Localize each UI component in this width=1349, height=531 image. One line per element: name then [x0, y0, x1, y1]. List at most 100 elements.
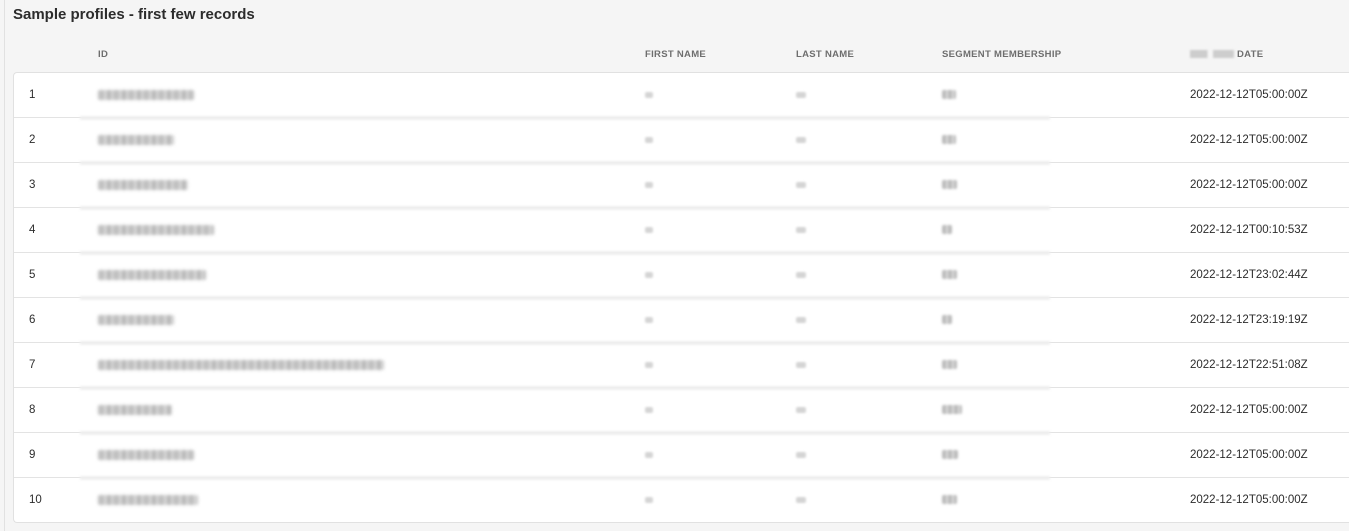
cell-last-name: [796, 388, 806, 433]
redacted-id: [98, 179, 188, 190]
cell-last-name: [796, 253, 806, 298]
cell-first-name: [645, 208, 653, 253]
redacted-segment: [942, 450, 958, 460]
redacted-header-prefix: [1190, 50, 1234, 58]
redacted-segment: [942, 135, 956, 145]
redacted-id: [98, 449, 194, 460]
redacted-first-name: [645, 406, 653, 413]
cell-segment-membership: [942, 163, 957, 208]
column-header-id[interactable]: ID: [98, 49, 108, 60]
table-row[interactable]: 4 2022-12-12T00:10:53Z: [14, 208, 1349, 255]
cell-first-name: [645, 163, 653, 208]
cell-first-name: [645, 73, 653, 118]
redacted-segment: [942, 360, 957, 370]
cell-date: 2022-12-12T05:00:00Z: [1190, 134, 1308, 146]
cell-segment-membership: [942, 73, 956, 118]
row-number: 8: [29, 404, 36, 416]
cell-first-name: [645, 478, 653, 523]
cell-last-name: [796, 73, 806, 118]
table-header: ID FIRST NAME LAST NAME SEGMENT MEMBERSH…: [14, 49, 1349, 65]
cell-date: 2022-12-12T23:19:19Z: [1190, 314, 1308, 326]
cell-segment-membership: [942, 208, 952, 253]
row-number: 1: [29, 89, 36, 101]
redacted-last-name: [796, 91, 806, 98]
redacted-segment: [942, 270, 957, 280]
column-header-segment-membership[interactable]: SEGMENT MEMBERSHIP: [942, 49, 1061, 60]
redacted-last-name: [796, 361, 806, 368]
row-number: 7: [29, 359, 36, 371]
cell-segment-membership: [942, 298, 952, 343]
cell-first-name: [645, 253, 653, 298]
sample-profiles-panel: Sample profiles - first few records ID F…: [4, 0, 1349, 531]
redacted-segment: [942, 90, 956, 100]
redacted-id: [98, 404, 172, 415]
redacted-id: [98, 89, 194, 100]
table-row[interactable]: 10 2022-12-12T05:00:00Z: [14, 478, 1349, 523]
redacted-last-name: [796, 271, 806, 278]
cell-date: 2022-12-12T00:10:53Z: [1190, 224, 1308, 236]
redacted-first-name: [645, 136, 653, 143]
redacted-last-name: [796, 496, 806, 503]
cell-segment-membership: [942, 118, 956, 163]
redacted-segment: [942, 405, 962, 415]
redacted-first-name: [645, 91, 653, 98]
panel-title: Sample profiles - first few records: [13, 6, 255, 23]
redacted-last-name: [796, 316, 806, 323]
cell-segment-membership: [942, 478, 957, 523]
table-row[interactable]: 8 2022-12-12T05:00:00Z: [14, 388, 1349, 435]
redacted-first-name: [645, 226, 653, 233]
cell-id: [98, 208, 214, 253]
redacted-last-name: [796, 451, 806, 458]
cell-first-name: [645, 298, 653, 343]
cell-last-name: [796, 208, 806, 253]
column-header-date[interactable]: DATE: [1190, 49, 1263, 60]
table-row[interactable]: 6 2022-12-12T23:19:19Z: [14, 298, 1349, 345]
table-row[interactable]: 5 2022-12-12T23:02:44Z: [14, 253, 1349, 300]
row-number: 10: [29, 494, 42, 506]
cell-date: 2022-12-12T05:00:00Z: [1190, 494, 1308, 506]
cell-segment-membership: [942, 433, 958, 478]
cell-id: [98, 343, 384, 388]
cell-first-name: [645, 343, 653, 388]
column-header-date-label: DATE: [1237, 49, 1264, 60]
redacted-id: [98, 134, 174, 145]
column-header-last-name[interactable]: LAST NAME: [796, 49, 854, 60]
redacted-first-name: [645, 496, 653, 503]
cell-last-name: [796, 343, 806, 388]
cell-id: [98, 298, 174, 343]
redacted-segment: [942, 225, 952, 235]
table-row[interactable]: 1 2022-12-12T05:00:00Z: [14, 73, 1349, 120]
cell-id: [98, 478, 198, 523]
cell-first-name: [645, 388, 653, 433]
row-number: 6: [29, 314, 36, 326]
cell-date: 2022-12-12T05:00:00Z: [1190, 449, 1308, 461]
table-row[interactable]: 2 2022-12-12T05:00:00Z: [14, 118, 1349, 165]
cell-id: [98, 388, 172, 433]
cell-date: 2022-12-12T05:00:00Z: [1190, 179, 1308, 191]
row-number: 5: [29, 269, 36, 281]
table-row[interactable]: 7 2022-12-12T22:51:08Z: [14, 343, 1349, 390]
table-row[interactable]: 9 2022-12-12T05:00:00Z: [14, 433, 1349, 480]
redacted-first-name: [645, 181, 653, 188]
cell-date: 2022-12-12T23:02:44Z: [1190, 269, 1308, 281]
row-number: 3: [29, 179, 36, 191]
cell-last-name: [796, 163, 806, 208]
profiles-table: 1 2022-12-12T05:00:00Z 2 2022-12-12T05:00:0…: [13, 72, 1349, 523]
row-number: 9: [29, 449, 36, 461]
redacted-last-name: [796, 136, 806, 143]
redacted-segment: [942, 495, 957, 505]
cell-segment-membership: [942, 253, 957, 298]
redacted-first-name: [645, 316, 653, 323]
cell-segment-membership: [942, 343, 957, 388]
cell-last-name: [796, 433, 806, 478]
cell-first-name: [645, 433, 653, 478]
table-row[interactable]: 3 2022-12-12T05:00:00Z: [14, 163, 1349, 210]
column-header-first-name[interactable]: FIRST NAME: [645, 49, 706, 60]
cell-last-name: [796, 298, 806, 343]
cell-id: [98, 163, 188, 208]
redacted-last-name: [796, 406, 806, 413]
redacted-first-name: [645, 271, 653, 278]
redacted-segment: [942, 180, 957, 190]
redacted-segment: [942, 315, 952, 325]
cell-last-name: [796, 478, 806, 523]
